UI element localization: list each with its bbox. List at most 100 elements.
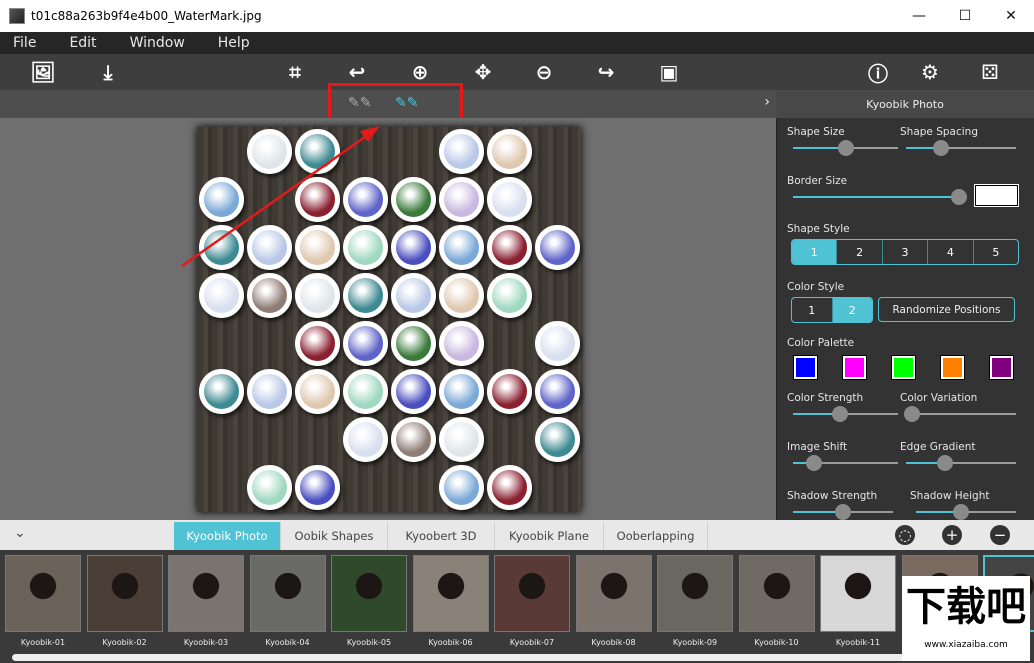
- mosaic-tile: [439, 177, 484, 222]
- maximize-button[interactable]: ☐: [942, 0, 988, 32]
- mosaic-tile: [295, 225, 340, 270]
- tab-ooberlapping[interactable]: Ooberlapping: [604, 522, 708, 550]
- color-style-2[interactable]: 2: [832, 298, 872, 322]
- settings-icon[interactable]: ⚙: [916, 58, 944, 86]
- preset-label: Kyoobik-11: [835, 638, 881, 647]
- palette-swatch-orange[interactable]: [940, 355, 965, 380]
- add-preset-icon[interactable]: +: [942, 525, 962, 545]
- menu-file[interactable]: File: [13, 35, 36, 51]
- panel-title: Kyoobik Photo: [776, 90, 1034, 118]
- mosaic-tile: [343, 417, 388, 462]
- slider-knob[interactable]: [835, 504, 851, 520]
- move-icon[interactable]: ✥: [469, 58, 497, 86]
- shape-style-2[interactable]: 2: [837, 240, 883, 264]
- tab-kyoobert-3d[interactable]: Kyoobert 3D: [388, 522, 495, 550]
- mosaic-tile: [391, 417, 436, 462]
- remove-preset-icon[interactable]: −: [990, 525, 1010, 545]
- shape-style-1[interactable]: 1: [792, 240, 838, 264]
- edge-gradient-slider[interactable]: [906, 455, 1016, 471]
- mosaic-tile: [439, 129, 484, 174]
- menu-edit[interactable]: Edit: [69, 35, 96, 51]
- menu-window[interactable]: Window: [130, 35, 185, 51]
- preset-label: Kyoobik-07: [509, 638, 555, 647]
- shadow-strength-slider[interactable]: [793, 504, 893, 520]
- tab-oobik-shapes[interactable]: Oobik Shapes: [281, 522, 388, 550]
- randomize-positions-button[interactable]: Randomize Positions: [878, 297, 1015, 322]
- shape-size-label: Shape Size: [787, 126, 845, 138]
- horizontal-scrollbar[interactable]: [12, 654, 1017, 661]
- close-button[interactable]: ✕: [988, 0, 1034, 32]
- color-variation-slider[interactable]: [903, 406, 1016, 422]
- mosaic-tile: [487, 273, 532, 318]
- crop-icon[interactable]: ⌗: [281, 58, 309, 86]
- mosaic-tile: [295, 273, 340, 318]
- zoom-in-icon[interactable]: ⊕: [406, 58, 434, 86]
- fit-image-icon[interactable]: ▣: [655, 58, 683, 86]
- mosaic-tile: [487, 225, 532, 270]
- tab-kyoobik-photo[interactable]: Kyoobik Photo: [174, 522, 281, 550]
- preset-thumbnail[interactable]: [331, 555, 407, 632]
- preset-thumbnail[interactable]: [168, 555, 244, 632]
- preset-thumbnail[interactable]: [249, 555, 326, 632]
- palette-swatch-green[interactable]: [891, 355, 916, 380]
- minimize-button[interactable]: —: [896, 0, 942, 32]
- slider-knob[interactable]: [936, 455, 953, 471]
- palette-swatch-purple[interactable]: [989, 355, 1014, 380]
- mosaic-tile: [247, 225, 292, 270]
- slider-knob[interactable]: [837, 140, 854, 156]
- slider-knob[interactable]: [951, 189, 967, 205]
- menu-help[interactable]: Help: [218, 35, 250, 51]
- color-strength-slider[interactable]: [793, 406, 898, 422]
- redo-icon[interactable]: ↪: [592, 58, 620, 86]
- preset-thumbnail[interactable]: [657, 555, 733, 632]
- image-preview[interactable]: [197, 127, 581, 512]
- slider-knob[interactable]: [806, 455, 822, 471]
- collapse-strip-icon[interactable]: ⌄: [14, 525, 26, 541]
- preset-thumbnail[interactable]: [575, 555, 652, 632]
- tab-kyoobik-plane[interactable]: Kyoobik Plane: [495, 522, 604, 550]
- undo-icon[interactable]: ↩: [343, 58, 371, 86]
- image-shift-label: Image Shift: [787, 441, 848, 453]
- title-bar: t01c88a263b9f4e4b00_WaterMark.jpg — ☐ ✕: [0, 0, 1034, 32]
- palette-swatch-blue[interactable]: [793, 355, 818, 380]
- color-style-label: Color Style: [787, 281, 845, 293]
- shape-style-3[interactable]: 3: [883, 240, 929, 264]
- mosaic-tile: [343, 177, 388, 222]
- info-icon[interactable]: ⓘ: [864, 58, 892, 86]
- shape-spacing-label: Shape Spacing: [900, 126, 978, 138]
- collapse-panel-icon[interactable]: ›: [764, 94, 770, 110]
- preset-label: Kyoobik-08: [591, 638, 636, 647]
- palette-icon[interactable]: ◌: [895, 525, 915, 545]
- random-dice-icon[interactable]: ⚄: [976, 58, 1004, 86]
- preset-thumbnail[interactable]: [494, 555, 570, 632]
- slider-knob[interactable]: [933, 140, 950, 156]
- shape-spacing-slider[interactable]: [906, 140, 1016, 156]
- shape-style-4[interactable]: 4: [928, 240, 974, 264]
- border-color-swatch[interactable]: [974, 184, 1019, 207]
- zoom-out-icon[interactable]: ⊖: [530, 58, 558, 86]
- preset-thumbnail[interactable]: [86, 555, 163, 632]
- shape-size-slider[interactable]: [793, 140, 898, 156]
- palette-swatch-magenta[interactable]: [842, 355, 867, 380]
- mosaic-tile: [295, 465, 340, 510]
- color-style-1[interactable]: 1: [792, 298, 833, 322]
- preset-thumbnail[interactable]: [738, 555, 815, 632]
- save-icon[interactable]: ⤓: [94, 58, 122, 86]
- slider-knob[interactable]: [832, 406, 849, 422]
- mosaic-tile: [199, 225, 244, 270]
- mosaic-tile: [295, 129, 340, 174]
- preset-thumbnail[interactable]: [820, 555, 896, 632]
- shadow-height-slider[interactable]: [916, 504, 1016, 520]
- preset-thumbnail[interactable]: [5, 555, 81, 632]
- preset-thumbnail[interactable]: [412, 555, 489, 632]
- border-size-label: Border Size: [787, 175, 848, 187]
- image-shift-slider[interactable]: [793, 455, 898, 471]
- border-size-slider[interactable]: [793, 189, 967, 205]
- mosaic-tile: [439, 225, 484, 270]
- preset-label: Kyoobik-02: [102, 638, 147, 647]
- open-image-icon[interactable]: 🖼: [29, 58, 57, 86]
- slider-knob[interactable]: [903, 406, 920, 422]
- shape-style-5[interactable]: 5: [974, 240, 1018, 264]
- slider-knob[interactable]: [953, 504, 969, 520]
- mosaic-tile: [343, 321, 388, 366]
